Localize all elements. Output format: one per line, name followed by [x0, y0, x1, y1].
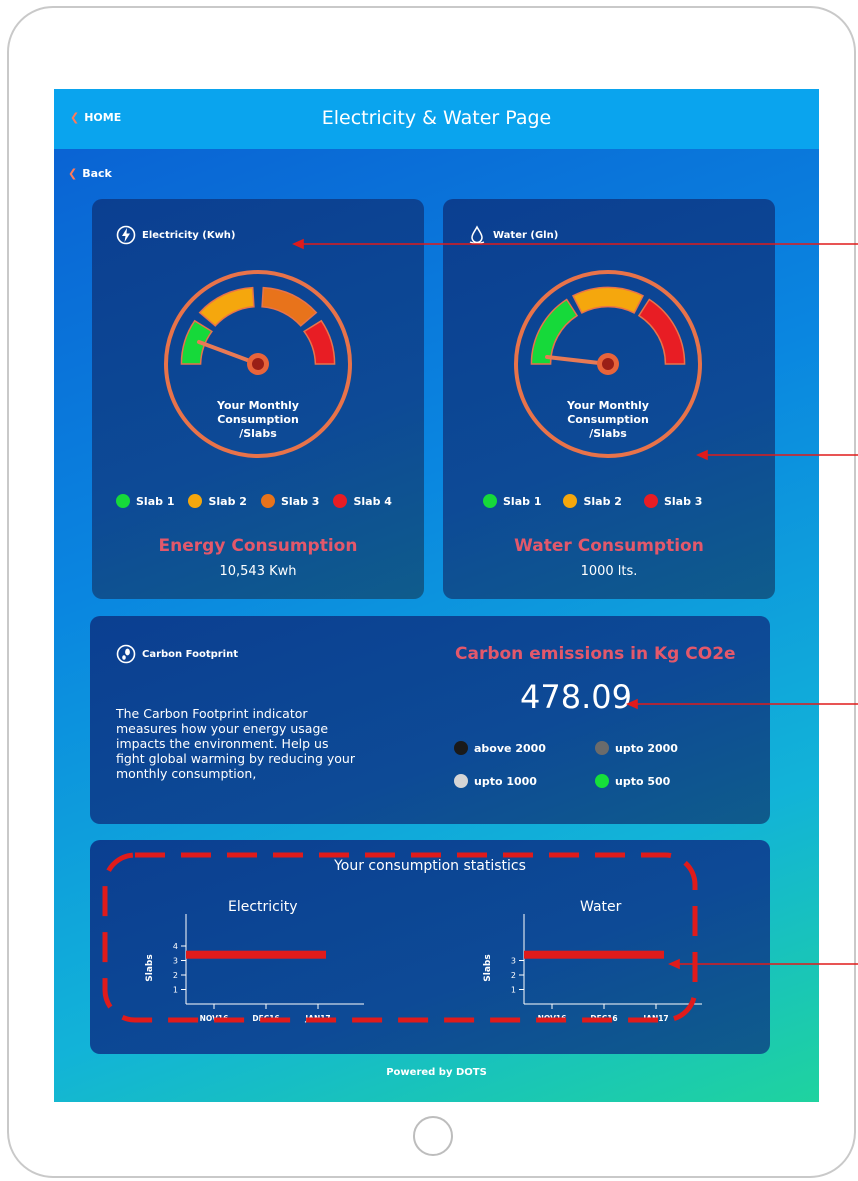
- slab-legend-item: Slab 1: [483, 494, 541, 508]
- emissions-title: Carbon emissions in Kg CO2e: [455, 644, 736, 664]
- powered-by-footer: Powered by DOTS: [54, 1067, 819, 1078]
- legend-dot: [595, 774, 609, 788]
- x-tick-label: JAN17: [642, 1014, 668, 1023]
- slab-dot: [116, 494, 130, 508]
- x-tick-label: NOV16: [538, 1014, 567, 1023]
- legend-label: upto 2000: [615, 741, 678, 755]
- slab-dot: [333, 494, 348, 508]
- emissions-legend-item: upto 1000: [454, 774, 537, 788]
- slab-legend-item: Slab 1: [116, 494, 174, 508]
- stats-charts: 1 2 3 4 Slabs NOV16 DEC16 JAN17 1 2 3 Slabs NOV16 DEC…: [145, 914, 702, 1023]
- water-card: Water (Gln) Your Monthly Consumption /Sl…: [443, 199, 775, 599]
- gauge-label-line: Consumption: [567, 413, 649, 426]
- legend-label: upto 500: [615, 774, 671, 788]
- slab-label: Slab 1: [136, 494, 175, 508]
- gauge-label-line: /Slabs: [239, 427, 277, 440]
- slab-dot: [260, 494, 275, 508]
- slab-label: Slab 3: [663, 494, 703, 508]
- lightning-icon: [116, 225, 136, 245]
- slab-legend-item: Slab 3: [643, 494, 703, 508]
- carbon-title: Carbon Footprint: [142, 648, 239, 660]
- energy-consumption-title: Energy Consumption: [158, 536, 358, 556]
- water-slab-legend: Slab 1 Slab 2 Slab 3: [483, 494, 702, 508]
- carbon-description: The Carbon Footprint indicator measures …: [116, 706, 355, 781]
- slab-dot: [563, 494, 578, 508]
- page-title: Electricity & Water Page: [321, 107, 552, 129]
- legend-dot: [454, 741, 468, 755]
- slab-legend-item: Slab 2: [563, 494, 622, 508]
- y-tick-label: 2: [173, 971, 178, 980]
- gauge-label-line: /Slabs: [589, 427, 627, 440]
- slab-bar: [186, 950, 240, 959]
- water-consumption-title: Water Consumption: [514, 536, 704, 556]
- tablet-home-button[interactable]: [413, 1116, 453, 1156]
- y-tick-label: 1: [511, 986, 516, 995]
- legend-label: upto 1000: [474, 774, 537, 788]
- x-tick-label: DEC16: [252, 1014, 279, 1023]
- slab-legend-item: Slab 2: [188, 494, 247, 508]
- top-bar: ❮ HOME Electricity & Water Page: [54, 89, 819, 149]
- slab-legend-item: Slab 3: [260, 494, 320, 508]
- consumption-stats-card: Your consumption statistics Electricity …: [90, 840, 770, 1054]
- y-axis-label: Slabs: [483, 954, 493, 981]
- water-card-title: Water (Gln): [467, 225, 558, 245]
- gauge-label-line: Your Monthly: [217, 399, 299, 412]
- emissions-legend-item: upto 500: [595, 774, 670, 788]
- emissions-legend-item: upto 2000: [595, 741, 678, 755]
- x-tick-label: JAN17: [304, 1014, 330, 1023]
- carbon-card-title: Carbon Footprint: [116, 644, 238, 664]
- slab-label: Slab 3: [280, 494, 320, 508]
- back-label: Back: [82, 167, 112, 180]
- slab-bar: [240, 950, 292, 959]
- app-screen: ❮ HOME Electricity & Water Page ❮ Back Ele…: [54, 89, 819, 1102]
- emissions-value: 478.09: [520, 678, 632, 716]
- water-consumption-value: 1000 lts.: [580, 564, 638, 579]
- emissions-legend-item: above 2000: [454, 741, 546, 755]
- y-tick-label: 1: [173, 986, 178, 995]
- slab-bar: [524, 950, 578, 959]
- powered-by-label: Powered by: [386, 1067, 453, 1078]
- slab-bar: [630, 950, 664, 959]
- electricity-title: Electricity (Kwh): [142, 229, 236, 241]
- electricity-slab-legend: Slab 1 Slab 2 Slab 3 Slab 4: [116, 494, 392, 508]
- water-drop-icon: [469, 225, 485, 245]
- back-link[interactable]: ❮ Back: [68, 167, 112, 180]
- electricity-card-title: Electricity (Kwh): [116, 225, 236, 245]
- footprint-icon: [116, 644, 136, 664]
- y-tick-label: 3: [511, 957, 516, 966]
- slab-bar: [292, 950, 326, 959]
- slab-label: Slab 1: [503, 494, 542, 508]
- y-tick-label: 4: [173, 942, 178, 951]
- y-tick-label: 3: [173, 957, 178, 966]
- legend-label: above 2000: [474, 741, 546, 755]
- slab-label: Slab 2: [583, 494, 622, 508]
- slab-dot: [483, 494, 497, 508]
- legend-dot: [454, 774, 468, 788]
- energy-consumption-value: 10,543 Kwh: [219, 564, 297, 579]
- slab-legend-item: Slab 4: [333, 494, 392, 508]
- slab-label: Slab 4: [353, 494, 392, 508]
- electricity-gauge-label: Your Monthly Consumption /Slabs: [198, 399, 318, 441]
- brand-name: DOTS: [455, 1067, 487, 1078]
- slab-label: Slab 2: [208, 494, 247, 508]
- slab-bar: [578, 950, 630, 959]
- x-tick-label: NOV16: [200, 1014, 229, 1023]
- gauge-label-line: Consumption: [217, 413, 299, 426]
- x-tick-label: DEC16: [590, 1014, 617, 1023]
- y-axis-label: Slabs: [145, 954, 155, 981]
- legend-dot: [595, 741, 609, 755]
- slab-dot: [643, 494, 658, 508]
- water-gauge-label: Your Monthly Consumption /Slabs: [548, 399, 668, 441]
- water-title: Water (Gln): [493, 229, 559, 241]
- chevron-left-icon: ❮: [68, 167, 78, 180]
- gauge-label-line: Your Monthly: [567, 399, 649, 412]
- carbon-footprint-card: Carbon Footprint The Carbon Footprint in…: [90, 616, 770, 824]
- electricity-card: Electricity (Kwh) Your Monthly Consumpti…: [92, 199, 424, 599]
- y-tick-label: 2: [511, 971, 516, 980]
- slab-dot: [188, 494, 203, 508]
